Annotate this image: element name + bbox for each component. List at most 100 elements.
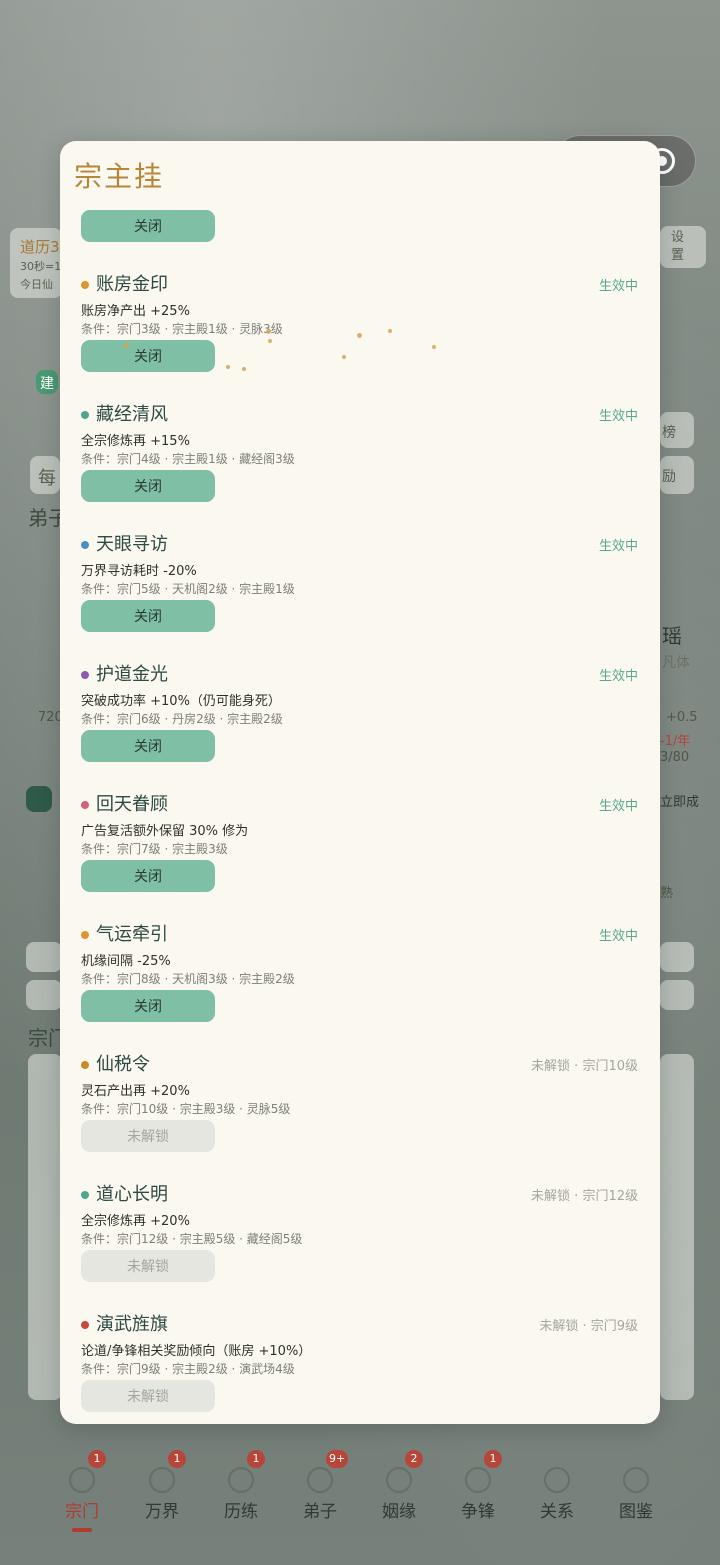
buff-item-8: 演武旌旗 未解锁 · 宗门9级 论道/争锋相关奖励倾向（账房 +10%） 条件：… [60, 1301, 660, 1424]
bottom-nav: 1 宗门 1 万界 1 历练 9+ 弟子 2 姻缘 1 争锋 关系 图鉴 [0, 1445, 720, 1565]
buff-effect: 万界寻访耗时 -20% [81, 564, 197, 579]
nav-item-contest[interactable]: 1 争锋 [438, 1445, 518, 1555]
sparkle-icon [266, 329, 271, 334]
buff-effect: 全宗修炼再 +20% [81, 1214, 190, 1229]
nav-item-marriage[interactable]: 2 姻缘 [359, 1445, 439, 1555]
buff-name: 藏经清风 [96, 404, 168, 425]
modal-title: 宗主挂 [74, 160, 165, 193]
sect-log-card-right [660, 1054, 694, 1400]
list-row-card-a [26, 942, 62, 972]
nav-label: 历练 [224, 1502, 258, 1522]
buff-item-0: 账房金印 生效中 账房净产出 +25% 条件：宗门3级 · 宗主殿1级 · 灵脉… [60, 261, 660, 391]
buff-condition: 条件：宗门3级 · 宗主殿1级 · 灵脉3级 [81, 322, 283, 336]
list-row-card-d [660, 980, 694, 1010]
status-dot-icon [81, 281, 89, 289]
nav-label: 弟子 [303, 1502, 337, 1522]
buff-item-1: 藏经清风 生效中 全宗修炼再 +15% 条件：宗门4级 · 宗主殿1级 · 藏经… [60, 391, 660, 521]
buff-status: 生效中 [598, 539, 638, 554]
nav-badge: 1 [168, 1450, 186, 1468]
buff-status: 未解锁 · 宗门10级 [531, 1059, 638, 1074]
buff-name: 仙税令 [96, 1054, 150, 1075]
nav-label: 图鉴 [619, 1502, 653, 1522]
list-row-card-b [26, 980, 62, 1010]
buff-locked-button[interactable]: 未解锁 [81, 1120, 215, 1152]
ratio-label: 3/80 [660, 750, 690, 765]
number-right: +0.5 [666, 710, 698, 725]
status-dot-icon [81, 1191, 89, 1199]
buff-close-button[interactable]: 关闭 [81, 730, 215, 762]
marriage-icon [386, 1467, 412, 1493]
sect-log-card [28, 1054, 62, 1400]
nav-item-codex[interactable]: 图鉴 [596, 1445, 676, 1555]
status-dot-icon [81, 931, 89, 939]
buff-name: 账房金印 [96, 274, 168, 295]
status-dot-icon [81, 1321, 89, 1329]
daily-label: 每 [38, 468, 56, 489]
buff-item-2: 天眼寻访 生效中 万界寻访耗时 -20% 条件：宗门5级 · 天机阁2级 · 宗… [60, 521, 660, 651]
buff-locked-button[interactable]: 未解锁 [81, 1380, 215, 1412]
buff-item-4: 回天眷顾 生效中 广告复活额外保留 30% 修为 条件：宗门7级 · 宗主殿3级… [60, 781, 660, 911]
buff-locked-button[interactable]: 未解锁 [81, 1250, 215, 1282]
buff-item-7: 道心长明 未解锁 · 宗门12级 全宗修炼再 +20% 条件：宗门12级 · 宗… [60, 1171, 660, 1301]
nav-item-realms[interactable]: 1 万界 [122, 1445, 202, 1555]
sparkle-icon [268, 339, 272, 343]
buff-status: 生效中 [598, 799, 638, 814]
sparkle-icon [226, 365, 230, 369]
body-fragment: 凡体 [662, 655, 690, 671]
buff-item-6: 仙税令 未解锁 · 宗门10级 灵石产出再 +20% 条件：宗门10级 · 宗主… [60, 1041, 660, 1171]
buff-close-button[interactable]: 关闭 [81, 860, 215, 892]
buff-name: 回天眷顾 [96, 794, 168, 815]
nav-badge: 9+ [326, 1450, 349, 1468]
sparkle-icon [124, 343, 129, 348]
moon-icon [26, 786, 52, 812]
sparkle-icon [432, 345, 436, 349]
buff-condition: 条件：宗门4级 · 宗主殿1级 · 藏经阁3级 [81, 452, 295, 466]
status-dot-icon [81, 411, 89, 419]
list-row-card-c [660, 942, 694, 972]
buff-condition: 条件：宗门8级 · 天机阁3级 · 宗主殿2级 [81, 972, 295, 986]
nav-label: 宗门 [65, 1502, 99, 1522]
contest-icon [465, 1467, 491, 1493]
buff-effect: 账房净产出 +25% [81, 304, 190, 319]
buff-item-5: 气运牵引 生效中 机缘间隔 -25% 条件：宗门8级 · 天机阁3级 · 宗主殿… [60, 911, 660, 1041]
sparkle-icon [388, 329, 392, 333]
buff-effect: 广告复活额外保留 30% 修为 [81, 824, 249, 839]
build-label: 建 [40, 376, 54, 392]
top-close-button[interactable]: 关闭 [81, 210, 215, 242]
sparkle-icon [357, 333, 362, 338]
nav-badge: 2 [405, 1450, 423, 1468]
buff-effect: 全宗修炼再 +15% [81, 434, 190, 449]
status-dot-icon [81, 541, 89, 549]
buff-close-button[interactable]: 关闭 [81, 340, 215, 372]
buff-condition: 条件：宗门12级 · 宗主殿5级 · 藏经阁5级 [81, 1232, 303, 1246]
sparkle-icon [342, 355, 346, 359]
status-dot-icon [81, 801, 89, 809]
training-icon [228, 1467, 254, 1493]
nav-label: 万界 [145, 1502, 179, 1522]
calendar-label: 道历3 [20, 238, 60, 256]
buff-name: 护道金光 [96, 664, 168, 685]
nav-item-training[interactable]: 1 历练 [201, 1445, 281, 1555]
status-dot-icon [81, 671, 89, 679]
nav-item-disciples[interactable]: 9+ 弟子 [280, 1445, 360, 1555]
rank-label: 榜 [662, 425, 676, 441]
buff-close-button[interactable]: 关闭 [81, 600, 215, 632]
buff-status: 生效中 [598, 669, 638, 684]
buff-status: 未解锁 · 宗门12级 [531, 1189, 638, 1204]
nav-active-underline [72, 1528, 92, 1532]
codex-icon [623, 1467, 649, 1493]
buff-close-button[interactable]: 关闭 [81, 990, 215, 1022]
buff-condition: 条件：宗门7级 · 宗主殿3级 [81, 842, 228, 856]
reward-label: 励 [662, 469, 676, 485]
nav-item-sect[interactable]: 1 宗门 [42, 1445, 122, 1555]
instant-label: 立即成 [660, 795, 700, 810]
sect-master-modal: 宗主挂 关闭 账房金印 生效中 账房净产出 +25% 条件：宗门3级 · 宗主殿… [60, 141, 660, 1424]
nav-label: 争锋 [461, 1502, 495, 1522]
buff-close-button[interactable]: 关闭 [81, 470, 215, 502]
buff-status: 生效中 [598, 409, 638, 424]
buff-name: 气运牵引 [96, 924, 168, 945]
buff-effect: 机缘间隔 -25% [81, 954, 171, 969]
realms-icon [149, 1467, 175, 1493]
buff-effect: 突破成功率 +10%（仍可能身死） [81, 694, 281, 709]
nav-item-relations[interactable]: 关系 [517, 1445, 597, 1555]
